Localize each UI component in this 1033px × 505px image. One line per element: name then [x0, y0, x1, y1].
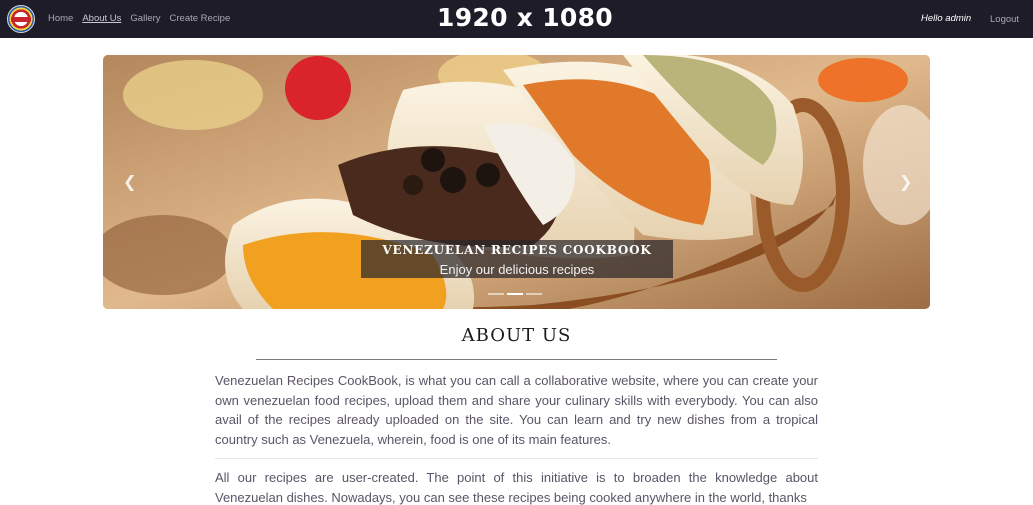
- carousel-indicator-2[interactable]: [507, 293, 523, 295]
- navbar: Home About Us Gallery Create Recipe 1920…: [0, 0, 1033, 38]
- nav-link-about-us[interactable]: About Us: [82, 13, 121, 24]
- logout-link[interactable]: Logout: [990, 14, 1019, 25]
- caption-subtitle: Enjoy our delicious recipes: [439, 262, 595, 277]
- about-paragraph-2: All our recipes are user-created. The po…: [215, 470, 818, 505]
- site-logo[interactable]: [7, 5, 35, 33]
- paragraph-divider: [215, 458, 818, 459]
- nav-link-gallery[interactable]: Gallery: [130, 13, 160, 24]
- nav-links: Home About Us Gallery Create Recipe: [48, 13, 230, 24]
- title-divider: [256, 359, 777, 360]
- about-paragraph-1: Venezuelan Recipes CookBook, is what you…: [215, 373, 818, 447]
- about-title: ABOUT US: [461, 325, 572, 346]
- carousel-indicator-1[interactable]: [488, 293, 504, 295]
- nav-link-home[interactable]: Home: [48, 13, 73, 24]
- carousel-indicators: [488, 293, 542, 295]
- caption-title: VENEZUELAN RECIPES COOKBOOK: [382, 243, 652, 257]
- chevron-left-icon[interactable]: ❮: [123, 172, 136, 191]
- chevron-right-icon[interactable]: ❯: [899, 172, 912, 191]
- user-greeting: Hello admin: [921, 13, 972, 24]
- logo-band: [11, 17, 31, 22]
- resolution-overlay-label: 1920 x 1080: [437, 3, 613, 32]
- carousel-indicator-3[interactable]: [526, 293, 542, 295]
- hero-carousel: ❮ ❯ VENEZUELAN RECIPES COOKBOOK Enjoy ou…: [103, 55, 930, 309]
- carousel-caption: VENEZUELAN RECIPES COOKBOOK Enjoy our de…: [361, 240, 673, 278]
- nav-link-create-recipe[interactable]: Create Recipe: [170, 13, 231, 24]
